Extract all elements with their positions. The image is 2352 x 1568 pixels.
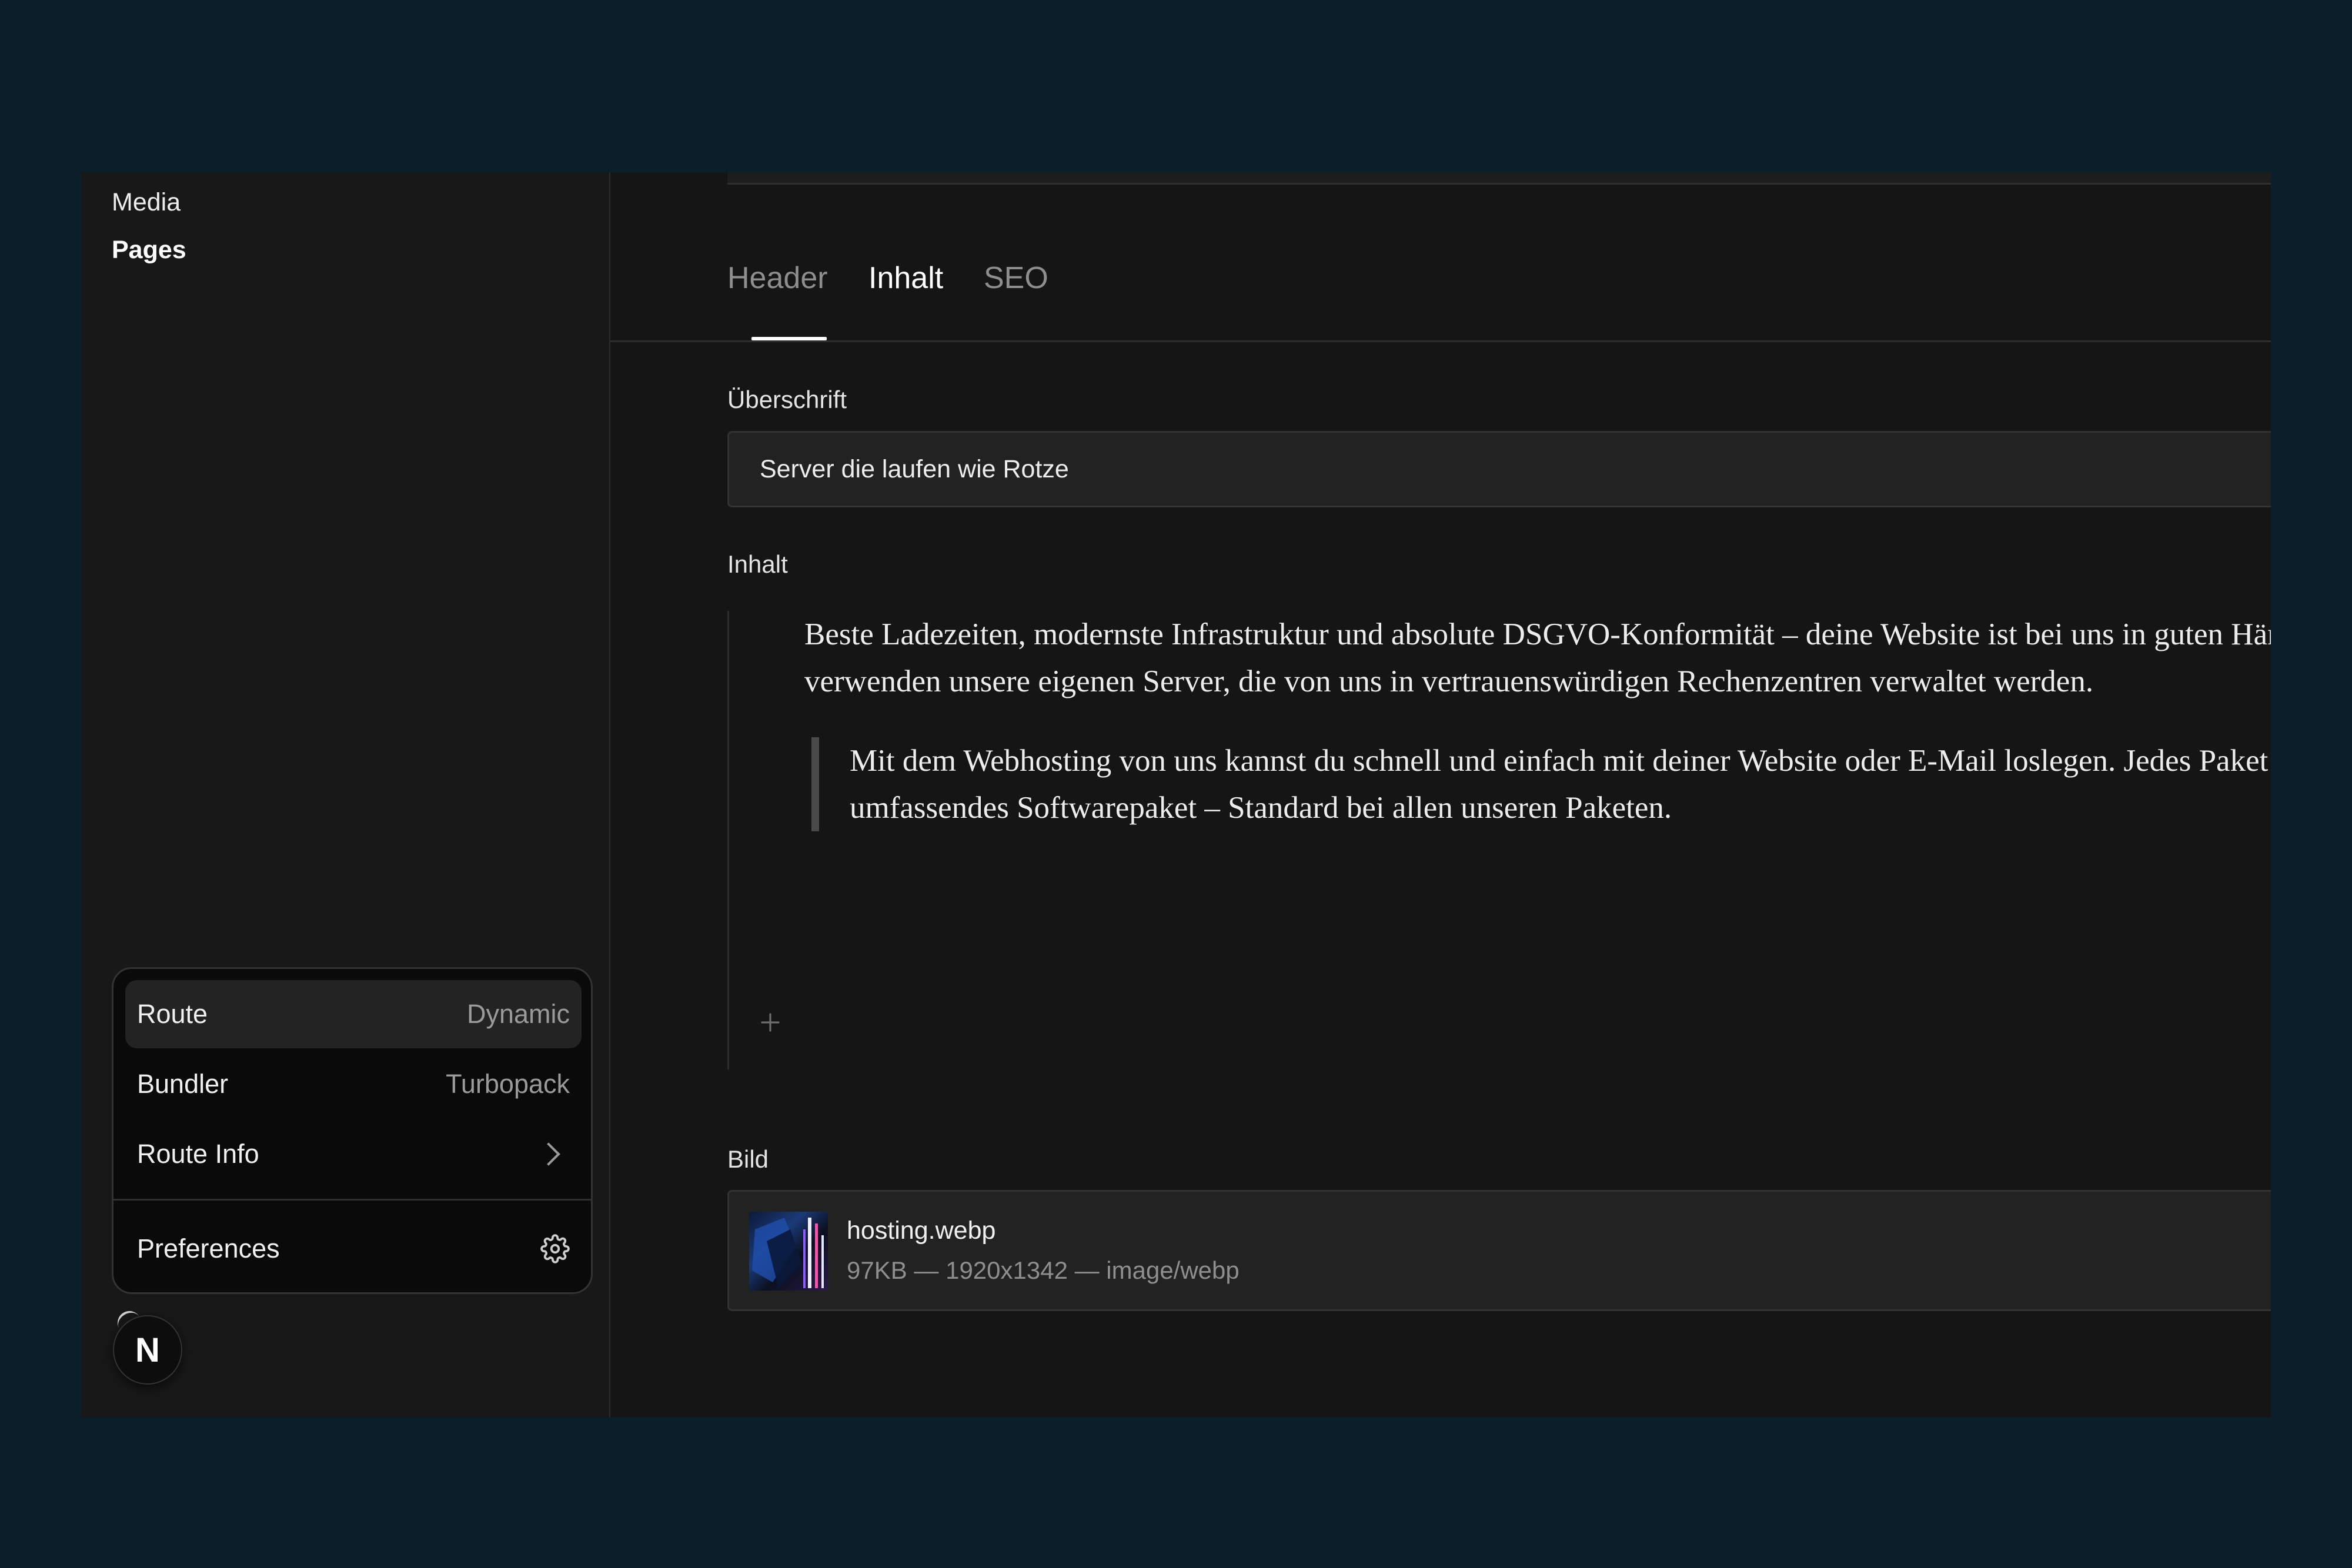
sidebar-item-pages[interactable]: Pages (112, 236, 186, 265)
route-info-label: Route Info (137, 1139, 259, 1169)
editor-blockquote[interactable]: Mit dem Webhosting von uns kannst du sch… (811, 737, 2271, 831)
sidebar: Media Pages Route Dynamic Bundler Turbop… (81, 172, 610, 1417)
route-value: Dynamic (466, 999, 570, 1029)
route-info-row[interactable]: Route Info (125, 1120, 582, 1188)
gear-icon[interactable] (540, 1234, 570, 1263)
panel-divider (113, 1199, 591, 1201)
tabs-divider (610, 340, 2271, 342)
heading-input-value: Server die laufen wie Rotze (760, 454, 1069, 483)
main-editor: Header Inhalt SEO Überschrift Server die… (610, 172, 2271, 1417)
image-label: Bild (727, 1145, 769, 1173)
route-label: Route (137, 999, 208, 1029)
rich-text-editor[interactable]: Beste Ladezeiten, modernste Infrastruktu… (727, 611, 2271, 1069)
bundler-value: Turbopack (446, 1069, 570, 1099)
image-thumbnail (749, 1212, 828, 1290)
heading-input[interactable]: Server die laufen wie Rotze (727, 431, 2271, 507)
plus-icon[interactable] (759, 1011, 782, 1034)
file-meta: 97KB — 1920x1342 — image/webp (847, 1256, 1240, 1284)
image-file-card[interactable]: hosting.webp 97KB — 1920x1342 — image/we… (727, 1190, 2271, 1311)
bundler-row[interactable]: Bundler Turbopack (125, 1050, 582, 1118)
preferences-label: Preferences (137, 1233, 280, 1263)
tab-seo[interactable]: SEO (984, 260, 1048, 296)
bundler-label: Bundler (137, 1069, 229, 1099)
devtools-panel: Route Dynamic Bundler Turbopack Route In… (112, 967, 593, 1294)
content-label: Inhalt (727, 550, 788, 578)
route-row[interactable]: Route Dynamic (125, 980, 582, 1048)
heading-label: Überschrift (727, 386, 847, 413)
tab-header[interactable]: Header (727, 260, 828, 296)
cms-window: Media Pages Route Dynamic Bundler Turbop… (81, 172, 2271, 1417)
sidebar-item-media[interactable]: Media (112, 188, 181, 217)
editor-paragraph[interactable]: Beste Ladezeiten, modernste Infrastruktu… (804, 611, 2271, 705)
previous-field-edge (727, 172, 2271, 185)
tab-inhalt[interactable]: Inhalt (868, 260, 943, 296)
nextjs-devtools-badge[interactable]: N (113, 1315, 182, 1385)
chevron-right-icon (537, 1142, 560, 1166)
preferences-row[interactable]: Preferences (125, 1215, 582, 1283)
file-name: hosting.webp (847, 1216, 996, 1245)
